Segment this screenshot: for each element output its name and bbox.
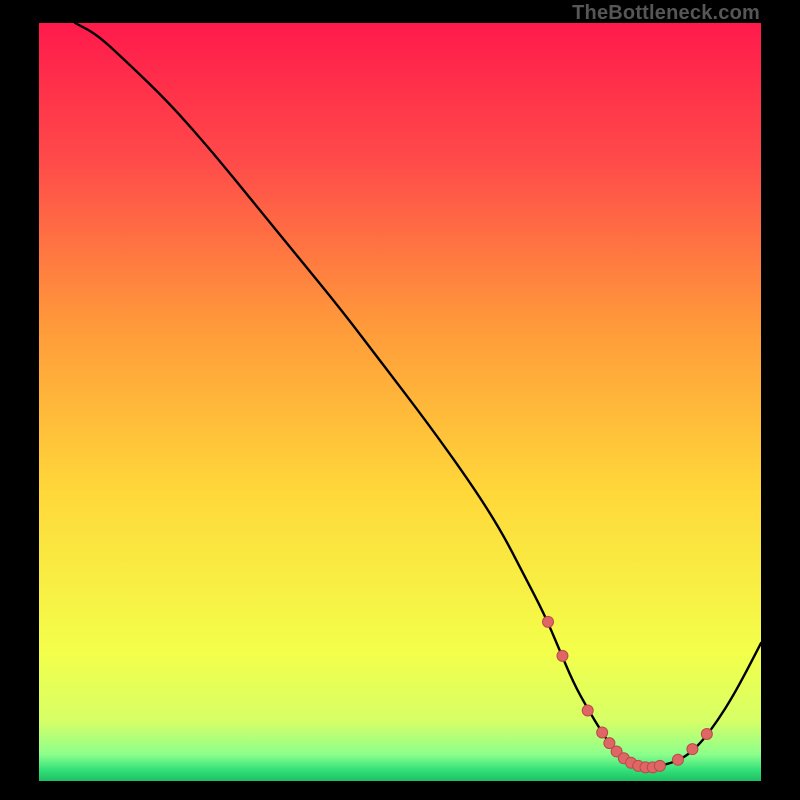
highlight-dot [687,744,698,755]
highlight-dot [557,650,568,661]
watermark-text: TheBottleneck.com [572,2,760,25]
chart-frame: TheBottleneck.com [0,0,800,800]
highlight-dot [597,727,608,738]
highlight-dot [672,754,683,765]
curve-layer [39,23,761,781]
highlight-dot [654,760,665,771]
highlight-dots [543,616,713,773]
bottleneck-curve [75,23,761,767]
plot-area [39,23,761,781]
highlight-dot [582,705,593,716]
highlight-dot [543,616,554,627]
highlight-dot [701,729,712,740]
